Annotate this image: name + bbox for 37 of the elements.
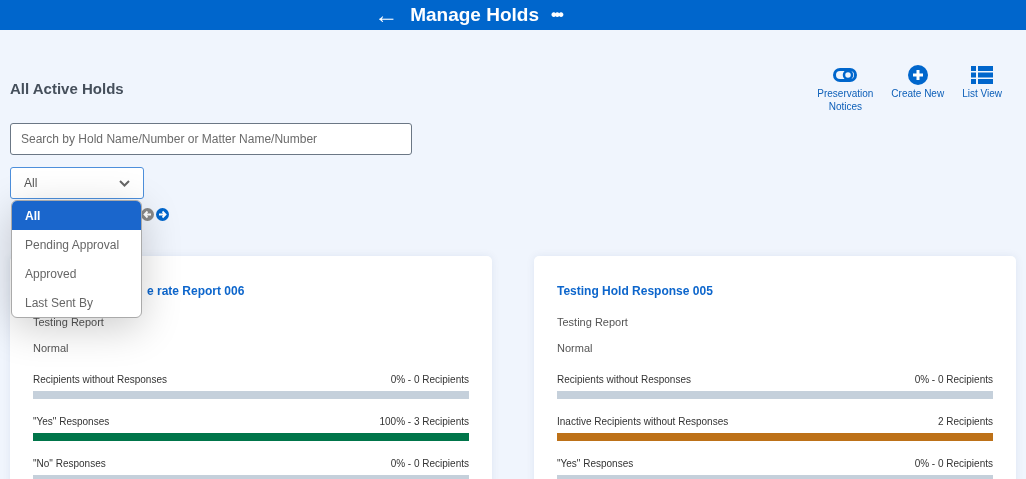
stat-reading: 0% - 0 Recipients bbox=[914, 373, 993, 386]
status-select[interactable]: All bbox=[10, 167, 144, 199]
hold-subtitle: Testing Report bbox=[33, 316, 104, 328]
back-arrow[interactable]: ← bbox=[374, 3, 399, 27]
stat-reading: 2 Recipients bbox=[937, 415, 993, 428]
more-menu[interactable]: ••• bbox=[551, 3, 562, 27]
stat-label: Recipients without Responses bbox=[557, 373, 691, 386]
toolbar-action[interactable]: Preservation Notices bbox=[813, 66, 878, 113]
dropdown-option[interactable]: Pending Approval bbox=[12, 230, 141, 259]
stat-label: "No" Responses bbox=[33, 457, 106, 470]
stat-reading: 0% - 0 Recipients bbox=[390, 373, 469, 386]
section-title: All Active Holds bbox=[10, 79, 124, 99]
stat-label: "Yes" Responses bbox=[557, 457, 634, 470]
plus-icon bbox=[907, 65, 928, 85]
stat-reading: 0% - 0 Recipients bbox=[914, 457, 993, 470]
stat-reading: 100% - 3 Recipients bbox=[379, 415, 469, 428]
hold-priority: Normal bbox=[557, 342, 593, 354]
arrow-right-icon[interactable] bbox=[156, 208, 169, 221]
hold-title-link[interactable]: e rate Report 006 bbox=[147, 284, 245, 298]
stat-reading: 0% - 0 Recipients bbox=[390, 457, 469, 470]
list-view-icon bbox=[971, 66, 994, 84]
arrow-left-icon[interactable] bbox=[141, 208, 154, 221]
stat-label: "Yes" Responses bbox=[33, 415, 110, 428]
search-field[interactable]: Search by Hold Name/Number or Matter Name/Number bbox=[10, 123, 412, 155]
hold-subtitle: Testing Report bbox=[557, 316, 628, 328]
hold-priority: Normal bbox=[33, 342, 69, 354]
dropdown-option[interactable]: Last Sent By bbox=[12, 288, 141, 317]
chevron-down-icon bbox=[119, 179, 130, 187]
dropdown-option[interactable]: Approved bbox=[12, 259, 141, 288]
toolbar-action[interactable]: List View bbox=[958, 66, 1006, 100]
stat-label: Inactive Recipients without Responses bbox=[557, 415, 729, 428]
toolbar-action[interactable]: Create New bbox=[887, 66, 949, 100]
page-header-title: Manage Holds bbox=[410, 2, 539, 27]
hold-title-link[interactable]: Testing Hold Response 005 bbox=[557, 284, 713, 298]
stat-label: Recipients without Responses bbox=[33, 373, 167, 386]
dropdown-option[interactable]: All bbox=[12, 201, 141, 230]
toggle-icon bbox=[833, 68, 858, 82]
